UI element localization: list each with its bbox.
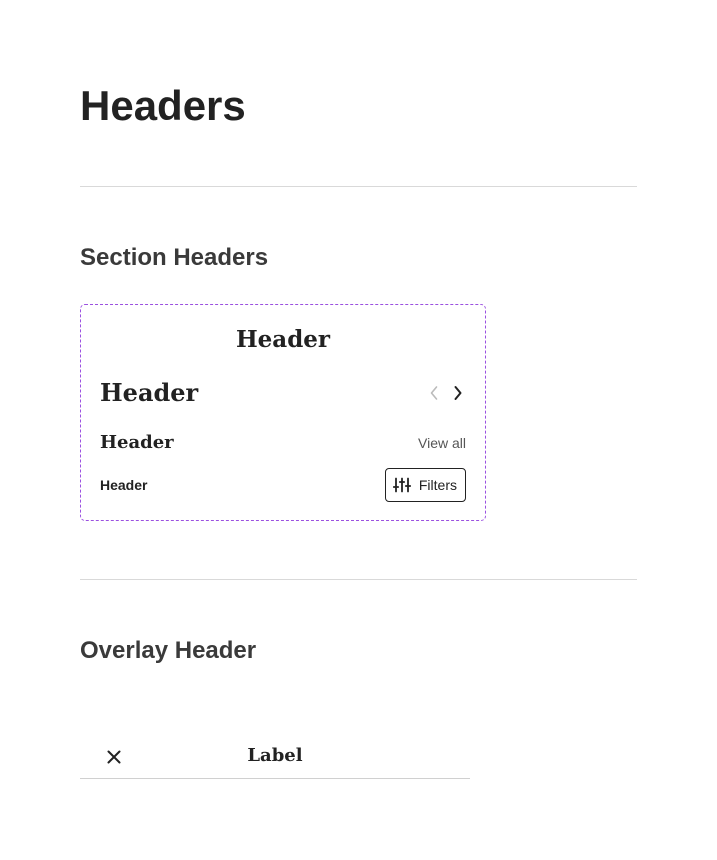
view-all-header-title: Header xyxy=(100,432,174,453)
filters-header-title: Header xyxy=(100,477,148,493)
section-title-overlay-header: Overlay Header xyxy=(80,637,257,664)
header-with-filters: Header Filters xyxy=(100,467,466,503)
divider xyxy=(80,186,637,187)
header-with-navigation: Header xyxy=(100,377,466,409)
overlay-header-label: Label xyxy=(247,745,303,766)
section-title-section-headers: Section Headers xyxy=(80,244,269,271)
filters-button-label: Filters xyxy=(418,477,457,493)
sliders-icon xyxy=(392,477,411,493)
centered-header: Header xyxy=(235,326,331,353)
next-button[interactable] xyxy=(450,383,466,403)
filters-button[interactable]: Filters xyxy=(384,468,466,502)
nav-header-title: Header xyxy=(100,378,199,407)
carousel-nav xyxy=(426,383,466,403)
page-title: Headers xyxy=(80,82,246,129)
view-all-link[interactable]: View all xyxy=(418,435,466,451)
section-headers-demo-frame: Header Header Header View all Header Fil… xyxy=(80,304,486,521)
overlay-header: Label xyxy=(80,733,470,779)
header-with-view-all: Header View all xyxy=(100,431,466,455)
previous-button[interactable] xyxy=(426,383,442,403)
chevron-right-icon xyxy=(454,386,462,400)
chevron-left-icon xyxy=(430,386,438,400)
divider xyxy=(80,579,637,580)
